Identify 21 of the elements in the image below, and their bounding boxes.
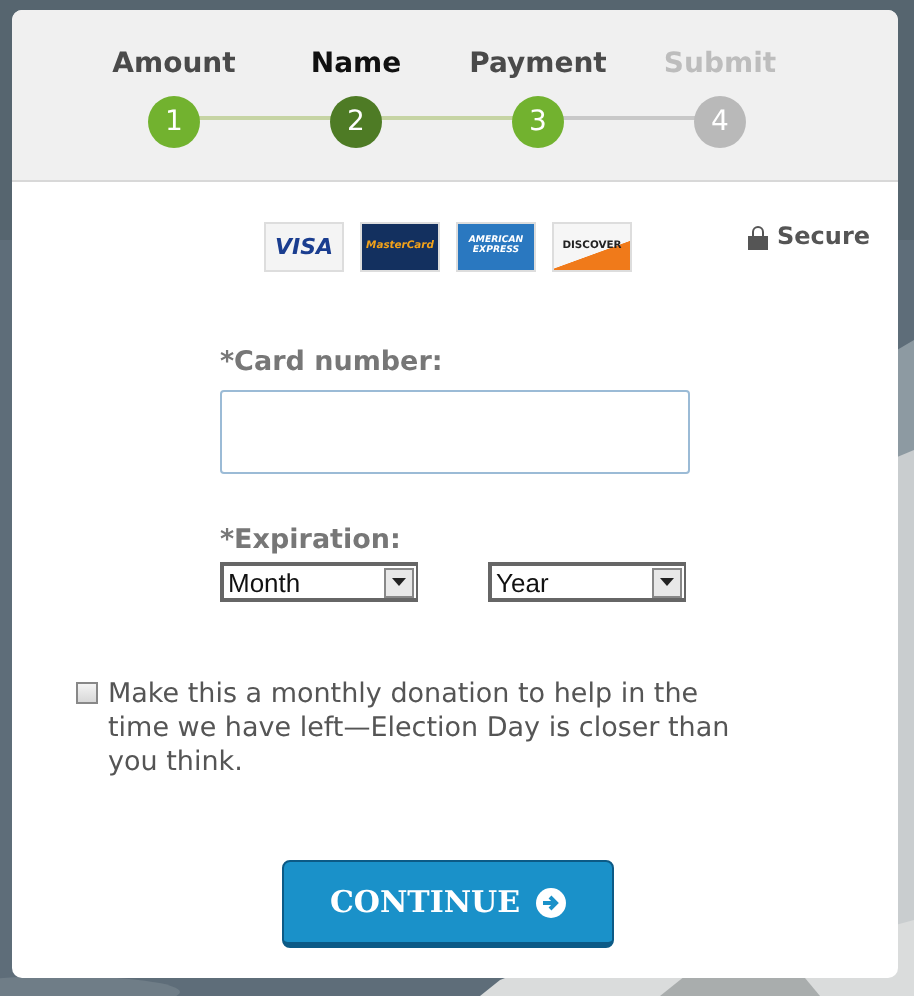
- dropdown-arrow-icon: [392, 578, 406, 586]
- step-number: 1: [148, 96, 200, 148]
- step-label: Name: [310, 46, 402, 82]
- step-number: 3: [512, 96, 564, 148]
- dropdown-arrow-icon: [660, 578, 674, 586]
- step-number: 2: [330, 96, 382, 148]
- field-label: *Card number:: [220, 346, 445, 382]
- arrow-right-icon: [536, 887, 567, 917]
- field-label: *Expiration:: [220, 524, 403, 560]
- year-select[interactable]: Year: [488, 562, 686, 602]
- lock-icon: [747, 223, 767, 249]
- secure-label: Secure: [777, 222, 870, 250]
- continue-button[interactable]: CONTINUE: [282, 860, 614, 948]
- monthly-donation-text: Make this a monthly donation to help in the time we have left—Election Day is closer than you think.: [108, 678, 732, 780]
- monthly-checkbox[interactable]: [76, 682, 98, 704]
- card-number-field[interactable]: [220, 390, 690, 474]
- step-label: Amount: [112, 46, 236, 82]
- card-logo: VISA: [264, 222, 344, 272]
- step-number: 4: [694, 96, 746, 148]
- step-label: Payment: [469, 46, 607, 82]
- month-select[interactable]: Month: [220, 562, 418, 602]
